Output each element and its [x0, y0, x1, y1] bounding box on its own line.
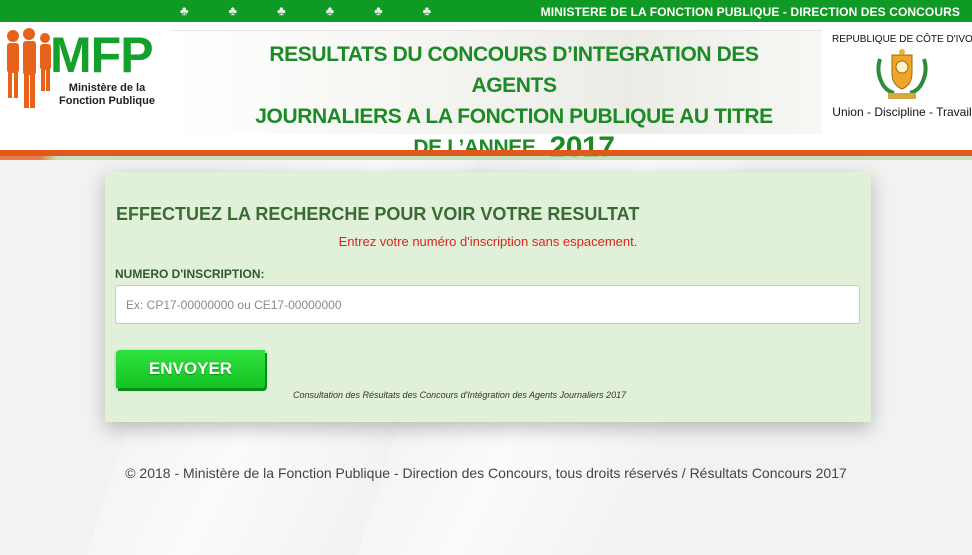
palm-tree-decoration: ♣ ♣ ♣ ♣ ♣ ♣ [180, 2, 431, 20]
people-icon [7, 28, 51, 108]
coat-of-arms-icon [872, 49, 932, 101]
republic-block: REPUBLIQUE DE CÔTE D'IVOIRE Union - Disc… [832, 34, 972, 134]
search-hint: Entrez votre numéro d'inscription sans e… [338, 234, 638, 249]
header-divider-stripe-secondary [0, 156, 972, 160]
registration-number-label: NUMERO D'INSCRIPTION: [115, 267, 265, 281]
send-button[interactable]: ENVOYER [116, 350, 265, 388]
logo-subtitle: Ministère de la Fonction Publique [48, 82, 166, 108]
page-footer: © 2018 - Ministère de la Fonction Publiq… [125, 465, 847, 481]
ministry-direction-title: MINISTERE DE LA FONCTION PUBLIQUE - DIRE… [540, 5, 960, 19]
republic-name: REPUBLIQUE DE CÔTE D'IVOIRE [832, 34, 972, 45]
registration-number-input[interactable] [115, 285, 860, 324]
republic-motto: Union - Discipline - Travail [832, 105, 972, 119]
palm-tree-icon: ♣ [180, 3, 189, 18]
top-bar: ♣ ♣ ♣ ♣ ♣ ♣ MINISTERE DE LA FONCTION PUB… [0, 0, 972, 22]
search-card: EFFECTUEZ LA RECHERCHE POUR VOIR VOTRE R… [105, 172, 871, 422]
palm-tree-icon: ♣ [374, 3, 383, 18]
logo-subtitle-line2: Fonction Publique [59, 95, 155, 107]
search-title: EFFECTUEZ LA RECHERCHE POUR VOIR VOTRE R… [116, 204, 640, 224]
logo-subtitle-line1: Ministère de la [68, 82, 146, 94]
mfp-logo: MFP Ministère de la Fonction Publique [0, 26, 175, 144]
banner-title-line1: RESULTATS DU CONCOURS D’INTEGRATION DES … [269, 43, 759, 97]
palm-tree-icon: ♣ [277, 3, 286, 18]
banner-title: RESULTATS DU CONCOURS D’INTEGRATION DES … [244, 39, 784, 163]
site-header: ♣ ♣ ♣ ♣ ♣ ♣ MINISTERE DE LA FONCTION PUB… [0, 0, 972, 163]
logo-letters: MFP [50, 27, 154, 83]
palm-tree-icon: ♣ [228, 3, 238, 18]
search-card-note: Consultation des Résultats des Concours … [293, 390, 627, 400]
palm-tree-icon: ♣ [422, 3, 432, 18]
results-banner: RESULTATS DU CONCOURS D’INTEGRATION DES … [172, 30, 822, 163]
palm-tree-icon: ♣ [325, 3, 335, 18]
banner-title-line2: JOURNALIERS A LA FONCTION PUBLIQUE AU TI… [255, 105, 773, 128]
